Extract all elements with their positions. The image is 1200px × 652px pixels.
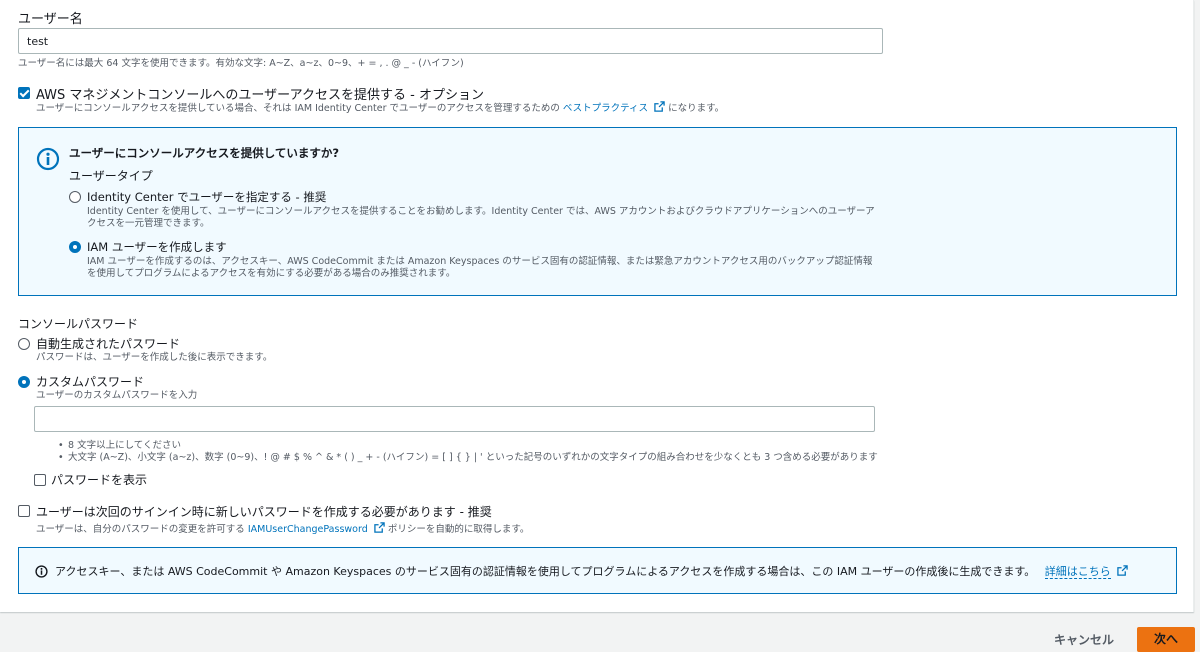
auto-password-radio[interactable]	[18, 338, 30, 350]
reset-password-desc-text: ユーザーは、自分のパスワードの変更を許可する	[36, 524, 245, 535]
access-key-info-text-row: アクセスキー、または AWS CodeCommit や Amazon Keysp…	[55, 563, 1128, 579]
external-link-icon	[654, 101, 665, 112]
iam-user-desc-2: を使用してプログラムによるアクセスを有効にする必要がある場合のみ推奨されます。	[87, 268, 456, 279]
console-password-label: コンソールパスワード	[18, 317, 139, 331]
username-hint: ユーザー名には最大 64 文字を使用できます。有効な文字: A~Z、a~z、0~…	[18, 58, 464, 69]
username-label: ユーザー名	[18, 12, 83, 27]
identity-center-desc-1: Identity Center を使用して、ユーザーにコンソールアクセスを提供す…	[87, 206, 875, 217]
console-access-checkbox[interactable]	[18, 87, 30, 99]
iam-user-label[interactable]: IAM ユーザーを作成します	[87, 239, 227, 255]
console-access-desc-text: ユーザーにコンソールアクセスを提供している場合、それは IAM Identity…	[36, 103, 560, 114]
username-input[interactable]	[18, 28, 883, 54]
iam-user-radio[interactable]	[69, 241, 81, 253]
custom-password-input[interactable]	[34, 406, 875, 432]
requirement-item: 8 文字以上にしてください	[58, 440, 878, 452]
custom-password-radio[interactable]	[18, 376, 30, 388]
external-link-icon	[374, 522, 385, 533]
access-key-info-panel: アクセスキー、または AWS CodeCommit や Amazon Keysp…	[18, 547, 1177, 594]
iam-user-change-password-link[interactable]: IAMUserChangePassword	[248, 524, 368, 535]
next-button[interactable]: 次へ	[1137, 627, 1195, 652]
show-password-label[interactable]: パスワードを表示	[51, 471, 147, 488]
console-access-desc-tail: になります。	[668, 103, 725, 114]
console-access-info-panel: ユーザーにコンソールアクセスを提供していますか? ユーザータイプ Identit…	[18, 127, 1177, 296]
best-practice-link[interactable]: ベストプラクティス	[563, 103, 648, 114]
console-access-desc: ユーザーにコンソールアクセスを提供している場合、それは IAM Identity…	[36, 101, 724, 115]
auto-password-label[interactable]: 自動生成されたパスワード	[36, 335, 180, 352]
custom-password-desc: ユーザーのカスタムパスワードを入力	[36, 390, 198, 401]
requirement-item: 大文字 (A~Z)、小文字 (a~z)、数字 (0~9)、! @ # $ % ^…	[58, 452, 878, 464]
reset-password-desc: ユーザーは、自分のパスワードの変更を許可する IAMUserChangePass…	[36, 522, 529, 536]
access-key-info-text: アクセスキー、または AWS CodeCommit や Amazon Keysp…	[55, 565, 1036, 578]
iam-user-desc-1: IAM ユーザーを作成するのは、アクセスキー、AWS CodeCommit また…	[87, 256, 873, 267]
reset-password-desc-tail: ポリシーを自動的に取得します。	[387, 524, 530, 535]
auto-password-desc: パスワードは、ユーザーを作成した後に表示できます。	[36, 352, 273, 363]
reset-password-checkbox[interactable]	[18, 505, 30, 517]
form-card: ユーザー名 ユーザー名には最大 64 文字を使用できます。有効な文字: A~Z、…	[0, 0, 1194, 612]
cancel-button[interactable]: キャンセル	[1042, 628, 1126, 652]
user-type-label: ユーザータイプ	[69, 169, 153, 183]
custom-password-label[interactable]: カスタムパスワード	[36, 373, 144, 390]
show-password-checkbox[interactable]	[34, 474, 46, 486]
password-requirements: 8 文字以上にしてください 大文字 (A~Z)、小文字 (a~z)、数字 (0~…	[58, 440, 878, 464]
identity-center-label[interactable]: Identity Center でユーザーを指定する - 推奨	[87, 189, 326, 205]
identity-center-desc-2: クセスを一元管理できます。	[87, 218, 210, 229]
identity-center-radio[interactable]	[69, 191, 81, 203]
external-link-icon	[1117, 565, 1128, 576]
reset-password-label[interactable]: ユーザーは次回のサインイン時に新しいパスワードを作成する必要があります - 推奨	[36, 503, 492, 520]
learn-more-link[interactable]: 詳細はこちら	[1044, 565, 1111, 579]
info-panel-title: ユーザーにコンソールアクセスを提供していますか?	[69, 146, 340, 160]
info-icon	[35, 565, 48, 578]
info-icon	[36, 147, 60, 171]
